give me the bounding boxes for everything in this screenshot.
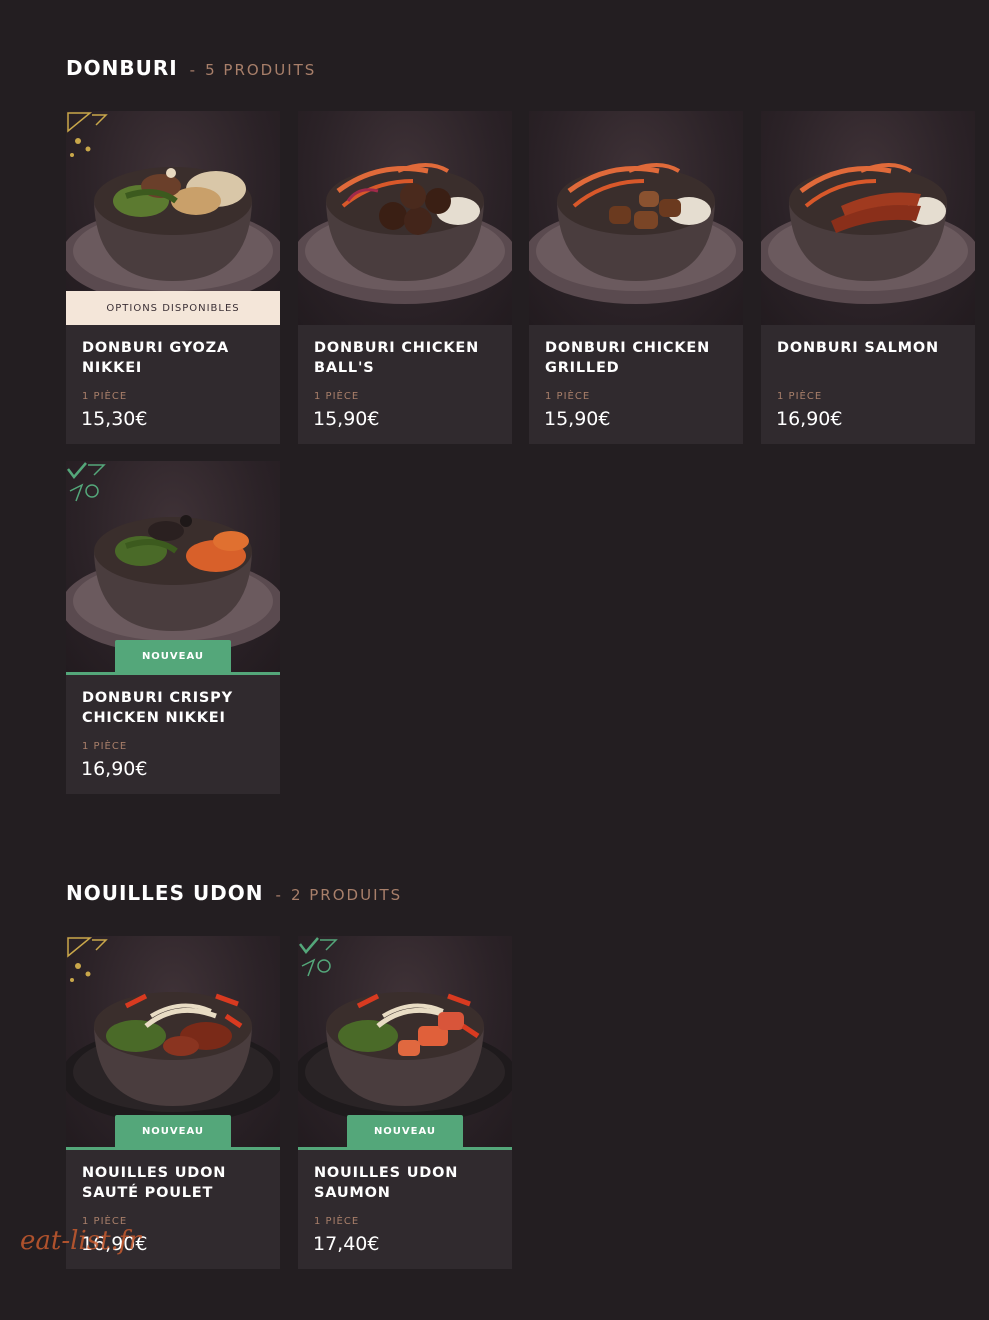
product-name: DONBURI CRISPY CHICKEN NIKKEI <box>82 690 233 726</box>
options-available-badge: OPTIONS DISPONIBLES <box>66 291 280 325</box>
new-badge: NOUVEAU <box>347 1115 463 1147</box>
product-name: DONBURI CHICKEN GRILLED <box>545 340 711 376</box>
product-image[interactable] <box>298 111 512 325</box>
product-image[interactable]: NOUVEAU <box>298 936 512 1150</box>
product-quantity: 1 PIÈCE <box>82 741 128 752</box>
product-card-donburi-crispy-chicken-nikkei[interactable]: NOUVEAU DONBURI CRISPY CHICKEN NIKKEI 1 … <box>66 461 280 794</box>
section-product-count: 2 PRODUITS <box>290 886 403 904</box>
watermark: eat-list.fr <box>20 1226 141 1256</box>
section-separator: - <box>189 61 196 79</box>
product-image[interactable]: OPTIONS DISPONIBLES <box>66 111 280 325</box>
section-separator: - <box>275 886 281 904</box>
product-quantity: 1 PIÈCE <box>545 391 591 402</box>
section-title: DONBURI <box>66 56 178 80</box>
product-price: 17,40€ <box>313 1233 380 1255</box>
product-price: 15,90€ <box>313 408 380 430</box>
section-title: NOUILLES UDON <box>66 881 264 905</box>
section-product-count: 5 PRODUITS <box>205 61 317 79</box>
product-card-donburi-chicken-grilled[interactable]: DONBURI CHICKEN GRILLED 1 PIÈCE 15,90€ <box>529 111 743 444</box>
section-header-donburi: DONBURI - 5 PRODUITS <box>66 56 316 80</box>
product-card-donburi-gyoza-nikkei[interactable]: OPTIONS DISPONIBLES DONBURI GYOZA NIKKEI… <box>66 111 280 444</box>
product-image[interactable] <box>761 111 975 325</box>
new-badge: NOUVEAU <box>115 640 231 672</box>
product-name: DONBURI SALMON <box>777 340 939 356</box>
check-leaf-deco-icon <box>299 937 338 977</box>
product-quantity: 1 PIÈCE <box>314 391 360 402</box>
product-price: 16,90€ <box>81 758 148 780</box>
product-name: DONBURI GYOZA NIKKEI <box>82 340 229 376</box>
product-quantity: 1 PIÈCE <box>82 391 128 402</box>
product-image[interactable] <box>529 111 743 325</box>
product-name: NOUILLES UDON SAUTÉ POULET <box>82 1165 227 1201</box>
product-card-donburi-chicken-balls[interactable]: DONBURI CHICKEN BALL'S 1 PIÈCE 15,90€ <box>298 111 512 444</box>
product-card-donburi-salmon[interactable]: DONBURI SALMON 1 PIÈCE 16,90€ <box>761 111 975 444</box>
product-quantity: 1 PIÈCE <box>314 1216 360 1227</box>
product-name: DONBURI CHICKEN BALL'S <box>314 340 480 376</box>
product-quantity: 1 PIÈCE <box>777 391 823 402</box>
product-image[interactable]: NOUVEAU <box>66 936 280 1150</box>
check-leaf-deco-icon <box>67 462 106 502</box>
product-card-nouilles-udon-saute-poulet[interactable]: NOUVEAU NOUILLES UDON SAUTÉ POULET 1 PIÈ… <box>66 936 280 1269</box>
chili-deco-icon <box>67 937 108 982</box>
section-header-nouilles-udon: NOUILLES UDON - 2 PRODUITS <box>66 881 402 905</box>
new-badge: NOUVEAU <box>115 1115 231 1147</box>
product-card-nouilles-udon-saumon[interactable]: NOUVEAU NOUILLES UDON SAUMON 1 PIÈCE 17,… <box>298 936 512 1269</box>
product-price: 16,90€ <box>776 408 843 430</box>
product-image[interactable]: NOUVEAU <box>66 461 280 675</box>
product-name: NOUILLES UDON SAUMON <box>314 1165 459 1201</box>
product-price: 15,30€ <box>81 408 148 430</box>
product-price: 15,90€ <box>544 408 611 430</box>
chili-deco-icon <box>67 112 108 157</box>
